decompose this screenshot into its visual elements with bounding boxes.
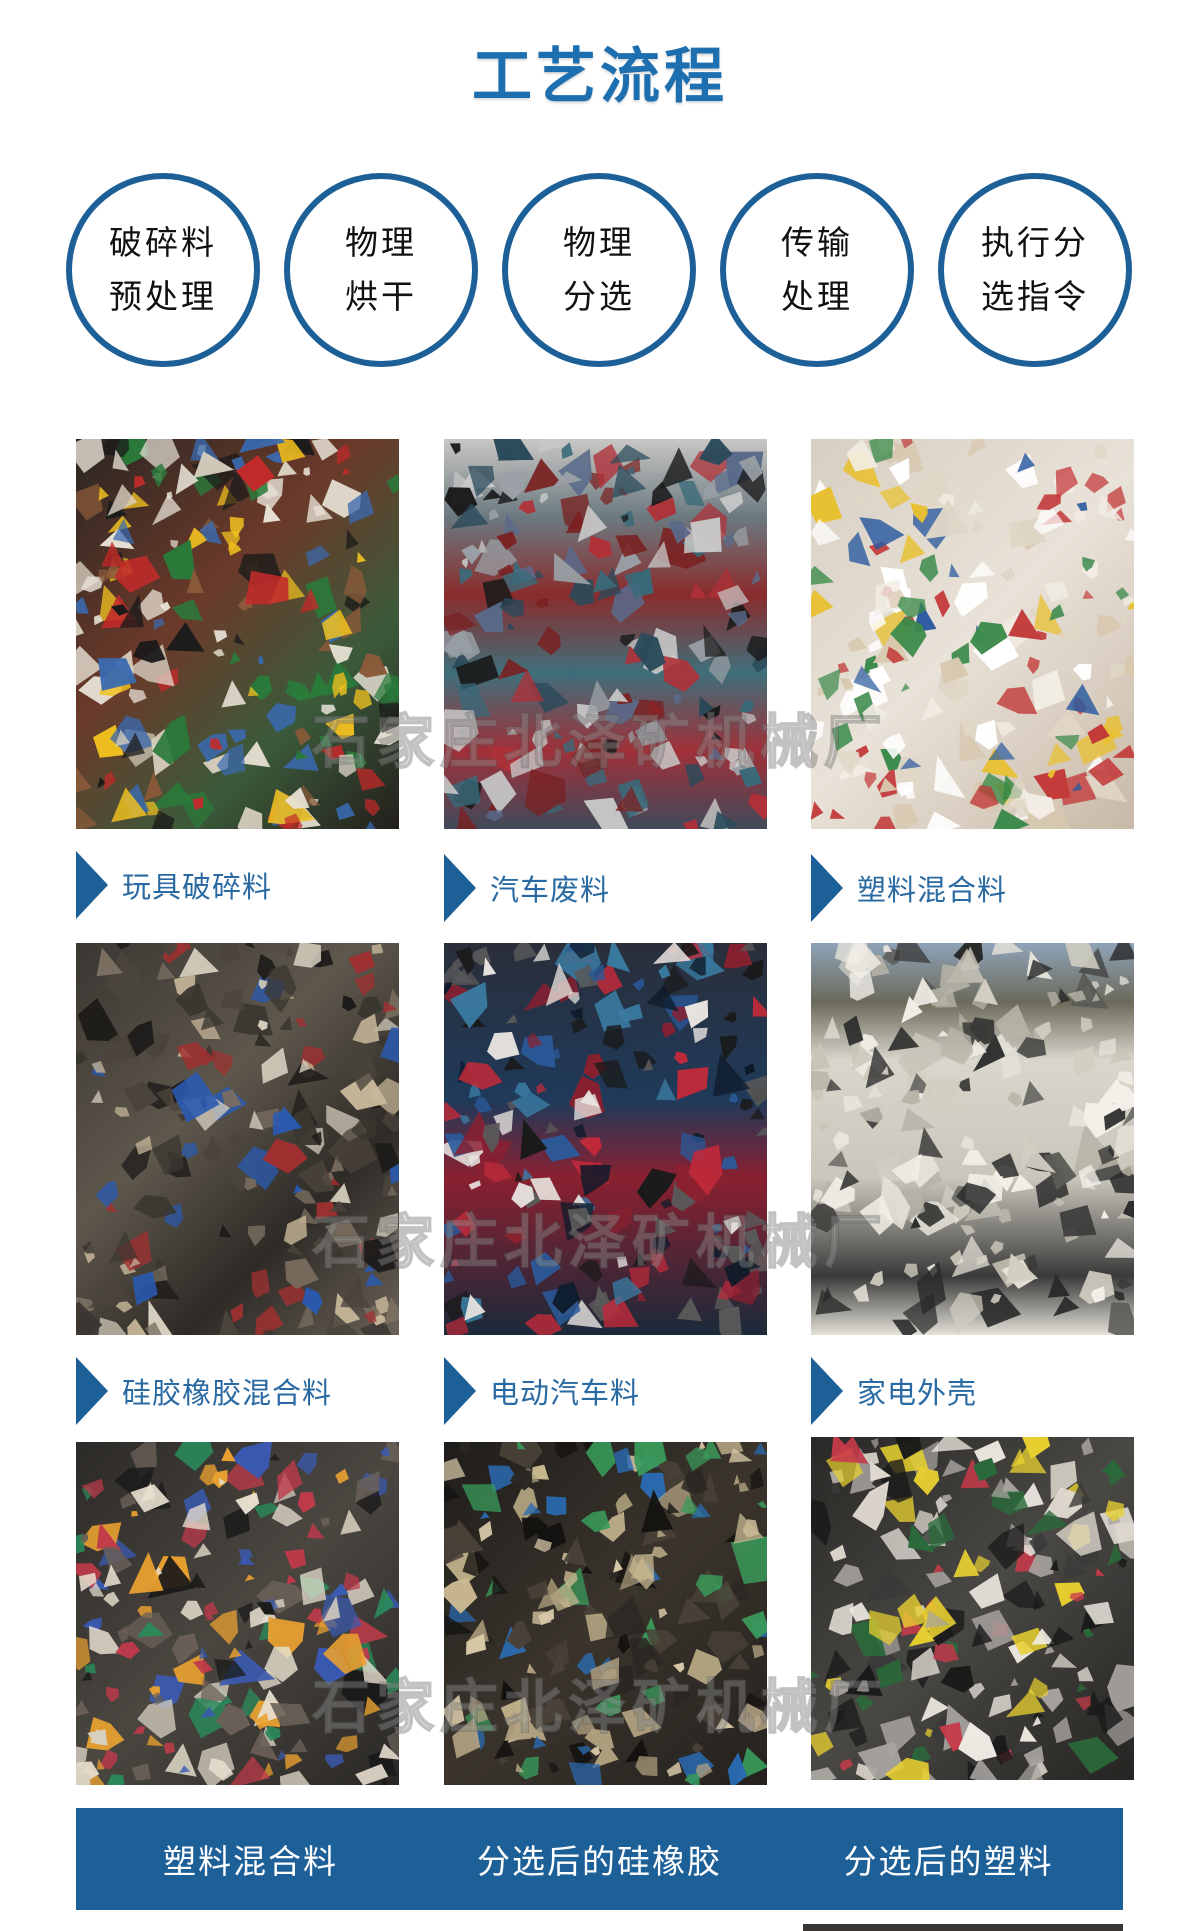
step-label-line2: 选指令 [981, 277, 1089, 316]
step-label-line1: 破碎料 [109, 223, 217, 262]
step-crushed-pretreatment: 破碎料 预处理 [66, 173, 260, 367]
caption-arrow-icon [76, 1357, 108, 1425]
result-caption-plastic-mix: 塑料混合料 [163, 1842, 338, 1881]
caption-text: 塑料混合料 [857, 873, 1008, 907]
photo-texture [811, 1437, 1134, 1780]
result-caption-sorted-silicone: 分选后的硅橡胶 [477, 1842, 722, 1881]
caption-plastic-mix: 塑料混合料 [811, 853, 1007, 923]
caption-arrow-icon [811, 854, 843, 922]
step-label-line1: 传输 [781, 223, 853, 262]
caption-arrow-icon [444, 1357, 476, 1425]
caption-text: 汽车废料 [490, 873, 611, 907]
caption-text: 硅胶橡胶混合料 [122, 1376, 333, 1410]
photo-texture [444, 943, 767, 1335]
result-caption-sorted-plastic: 分选后的塑料 [843, 1842, 1054, 1881]
caption-silicone-rubber-mix: 硅胶橡胶混合料 [76, 1356, 332, 1426]
caption-arrow-icon [444, 854, 476, 922]
caption-text: 玩具破碎料 [122, 870, 273, 904]
step-physical-drying: 物理 烘干 [284, 173, 478, 367]
caption-car-scrap: 汽车废料 [444, 853, 610, 923]
silicone-rubber-mix-photo [76, 943, 399, 1335]
sorted-silicone-rubber-photo [444, 1442, 767, 1785]
step-label-line2: 烘干 [345, 277, 417, 316]
step-label-line1: 物理 [563, 223, 635, 262]
caption-arrow-icon [76, 851, 108, 919]
process-steps: 破碎料 预处理 物理 烘干 物理 分选 传输 处理 执行分 选指令 [0, 173, 1200, 369]
photo-texture [76, 439, 399, 829]
plastic-mix-photo [811, 439, 1134, 829]
photo-texture [811, 943, 1134, 1335]
photo-texture [444, 439, 767, 829]
step-label-line1: 执行分 [981, 223, 1089, 262]
page-title: 工艺流程 [472, 42, 728, 112]
step-physical-sorting: 物理 分选 [502, 173, 696, 367]
photo-texture [811, 439, 1134, 829]
photo-texture [444, 1442, 767, 1785]
caption-text: 电动汽车料 [490, 1376, 641, 1410]
plastic-mix-result-photo [76, 1442, 399, 1785]
sorted-plastic-photo [811, 1437, 1134, 1780]
caption-arrow-icon [811, 1357, 843, 1425]
step-label-line2: 预处理 [109, 277, 217, 316]
car-scrap-photo [444, 439, 767, 829]
step-label-line1: 物理 [345, 223, 417, 262]
electric-vehicle-scrap-photo [444, 943, 767, 1335]
step-label-line2: 分选 [563, 277, 635, 316]
step-execute-sorting: 执行分 选指令 [938, 173, 1132, 367]
next-image-edge [803, 1924, 1123, 1931]
photo-texture [76, 943, 399, 1335]
caption-text: 家电外壳 [857, 1376, 978, 1410]
photo-texture [76, 1442, 399, 1785]
toy-scrap-photo [76, 439, 399, 829]
caption-electric-vehicle-scrap: 电动汽车料 [444, 1356, 640, 1426]
caption-appliance-shell: 家电外壳 [811, 1356, 977, 1426]
step-transport: 传输 处理 [720, 173, 914, 367]
result-caption-bar: 塑料混合料 分选后的硅橡胶 分选后的塑料 [76, 1808, 1123, 1910]
appliance-shell-photo [811, 943, 1134, 1335]
step-label-line2: 处理 [781, 277, 853, 316]
caption-toy-scrap: 玩具破碎料 [76, 850, 272, 920]
